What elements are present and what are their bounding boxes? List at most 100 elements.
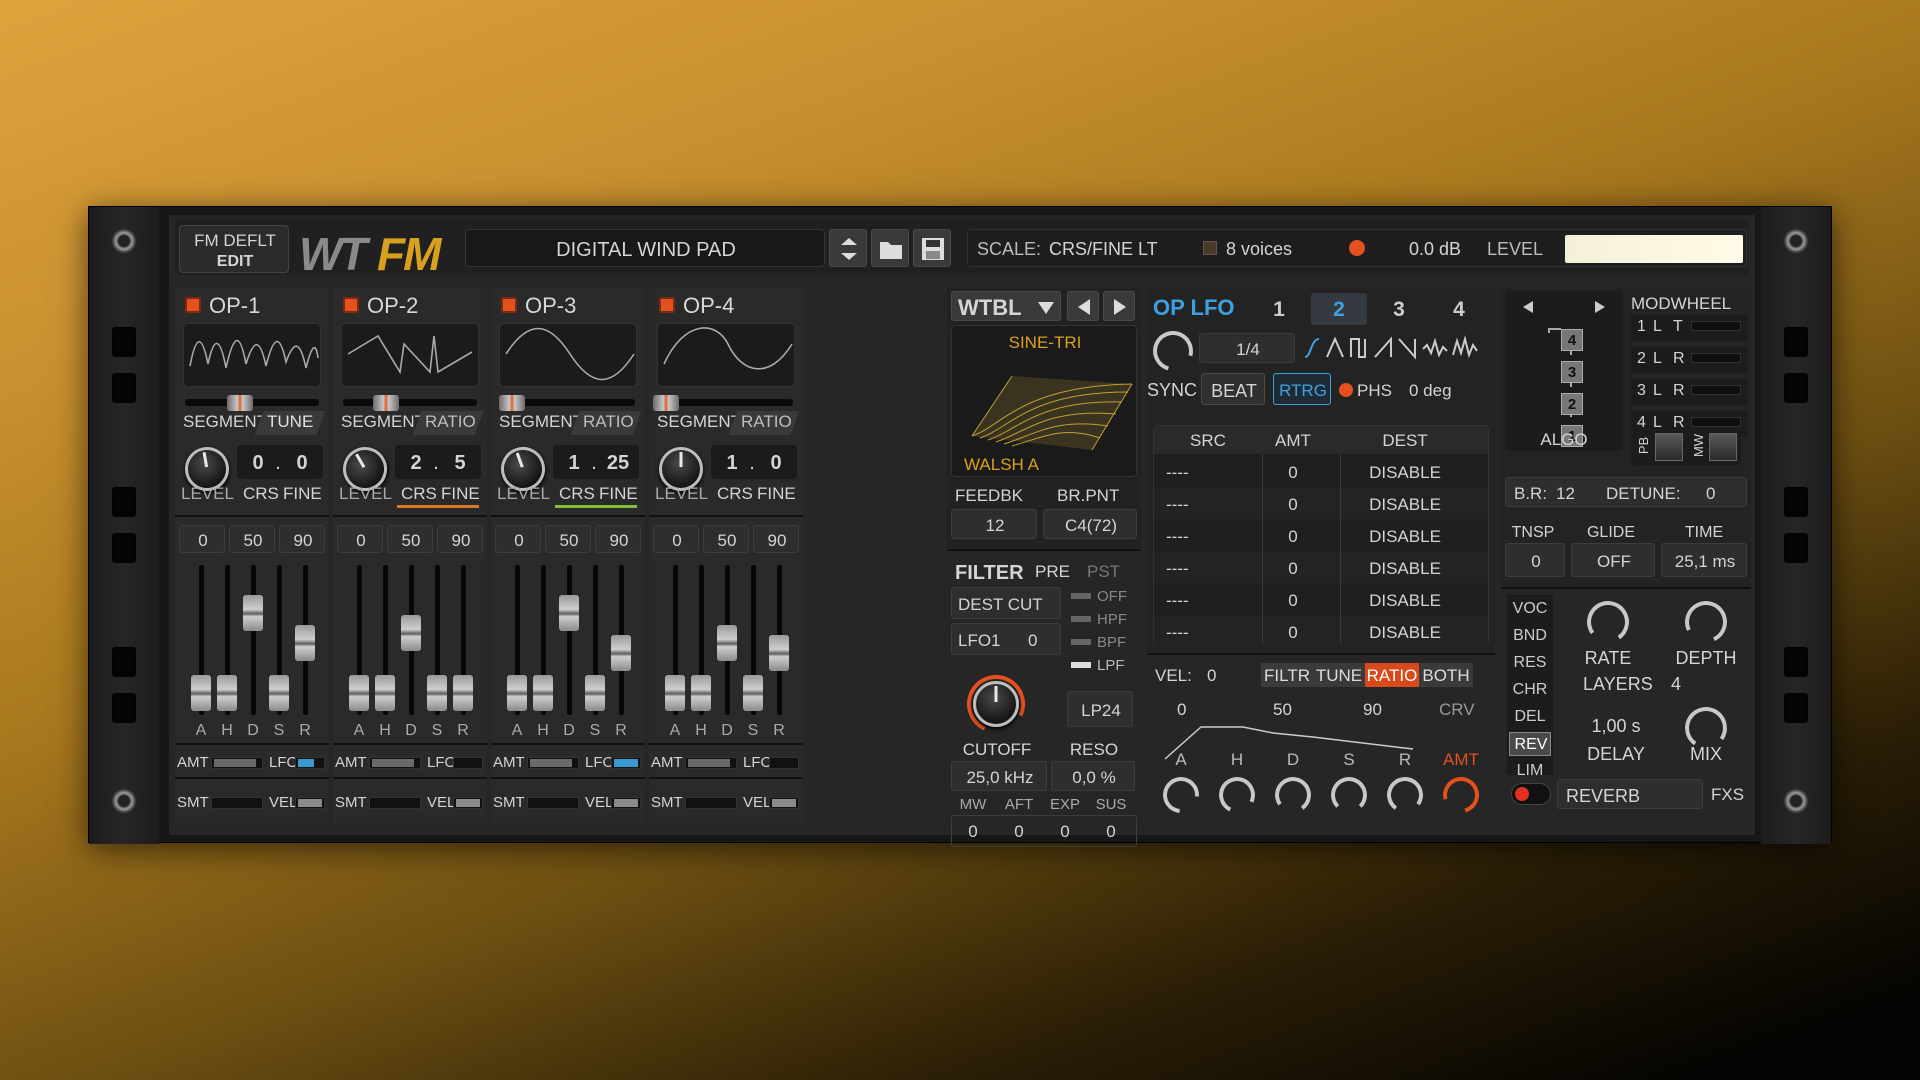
smt-bar[interactable] [369, 797, 421, 809]
matrix-amt-cell[interactable]: 0 [1266, 464, 1320, 481]
operator-enable-led[interactable] [501, 297, 517, 313]
env-time-field[interactable]: 50 [229, 525, 275, 553]
crs-fine-display[interactable]: 1.0 [711, 445, 797, 479]
operator-enable-led[interactable] [343, 297, 359, 313]
fx-item-del[interactable]: DEL [1509, 705, 1551, 729]
fx-item-lim[interactable]: LIM [1509, 759, 1551, 783]
fx-delay-value[interactable]: 1,00 s [1571, 717, 1661, 735]
lfo-deg-value[interactable]: 0 deg [1409, 382, 1452, 399]
crv-label[interactable]: CRV [1439, 701, 1475, 718]
algo-display[interactable]: 4321 ALGO [1505, 291, 1623, 451]
tune-ratio-toggle[interactable]: TUNE [267, 413, 313, 430]
tnsp-field[interactable]: 0 [1505, 543, 1565, 577]
fx-power-toggle[interactable] [1511, 783, 1551, 805]
matrix-src-cell[interactable]: ---- [1166, 464, 1256, 481]
envelope-fader-handle[interactable] [243, 595, 263, 631]
pitchbend-wheel[interactable] [1655, 433, 1683, 461]
filter-type-led[interactable] [1071, 639, 1091, 645]
wavetable-menu-button[interactable]: WTBL [951, 291, 1061, 321]
fx-item-res[interactable]: RES [1509, 651, 1551, 675]
modwheel-amount-bar[interactable] [1691, 321, 1741, 331]
lfo-tab-1[interactable]: 1 [1251, 293, 1307, 325]
envelope-fader-handle[interactable] [611, 635, 631, 671]
fx-depth-knob[interactable] [1679, 595, 1733, 649]
operator-waveform-display[interactable] [657, 323, 795, 387]
lfo-bar[interactable] [769, 757, 799, 769]
tune-ratio-toggle[interactable]: RATIO [425, 413, 476, 430]
lfo-tab-2[interactable]: 2 [1311, 293, 1367, 325]
envelope-fader-handle[interactable] [295, 625, 315, 661]
filter-type-bpf[interactable]: BPF [1097, 635, 1126, 650]
matrix-src-cell[interactable]: ---- [1166, 528, 1256, 545]
operator-enable-led[interactable] [185, 297, 201, 313]
segment-label[interactable]: SEGMENT [657, 413, 741, 430]
env-time-field[interactable]: 0 [495, 525, 541, 553]
vel-env-knob[interactable] [1331, 777, 1367, 813]
filter-type-led[interactable] [1071, 593, 1091, 599]
scale-value[interactable]: CRS/FINE LT [1049, 240, 1158, 258]
vel-mode-tune[interactable]: TUNE [1313, 663, 1365, 687]
smt-bar[interactable] [211, 797, 263, 809]
env-time-field[interactable]: 0 [653, 525, 699, 553]
fx-item-bnd[interactable]: BND [1509, 624, 1551, 648]
matrix-amt-cell[interactable]: 0 [1266, 624, 1320, 641]
amt-bar[interactable] [527, 757, 579, 769]
lfo-waveform-shapes-icon[interactable] [1303, 335, 1493, 365]
segment-label[interactable]: SEGMENT [341, 413, 425, 430]
vel-mode-filtr[interactable]: FILTR [1261, 663, 1313, 687]
vel-mode-ratio[interactable]: RATIO [1365, 663, 1419, 687]
segment-slider-handle[interactable] [653, 395, 679, 411]
env-time-field[interactable]: 0 [337, 525, 383, 553]
fx-item-rev[interactable]: REV [1509, 732, 1551, 756]
lfo-bar[interactable] [453, 757, 483, 769]
tune-ratio-toggle[interactable]: RATIO [583, 413, 634, 430]
vel-mode-both[interactable]: BOTH [1419, 663, 1473, 687]
filter-pre-toggle[interactable]: PRE [1035, 563, 1070, 580]
env-time-field[interactable]: 90 [279, 525, 325, 553]
vel-env-knob[interactable] [1155, 769, 1207, 821]
vel-env-knob[interactable] [1272, 774, 1314, 816]
filter-pst-toggle[interactable]: PST [1087, 563, 1120, 580]
br-detune-field[interactable]: B.R: 12 DETUNE: 0 [1505, 477, 1747, 507]
amt-bar[interactable] [685, 757, 737, 769]
envelope-fader-handle[interactable] [665, 675, 685, 711]
filter-type-off[interactable]: OFF [1097, 589, 1127, 604]
crs-fine-display[interactable]: 1. 25 [553, 445, 639, 479]
envelope-fader-handle[interactable] [585, 675, 605, 711]
breakpoint-field[interactable]: C4(72) [1043, 509, 1137, 539]
envelope-fader-handle[interactable] [769, 635, 789, 671]
filter-lfo1-field[interactable]: LFO1 0 [951, 623, 1061, 655]
preset-name-display[interactable]: DIGITAL WIND PAD [465, 229, 825, 267]
envelope-fader-handle[interactable] [507, 675, 527, 711]
envelope-fader-handle[interactable] [533, 675, 553, 711]
lfo-tab-4[interactable]: 4 [1431, 293, 1487, 325]
reso-field[interactable]: 0,0 % [1051, 761, 1135, 791]
filter-type-led[interactable] [1071, 616, 1091, 622]
preset-up-down-button[interactable] [829, 229, 867, 267]
matrix-dest-cell[interactable]: DISABLE [1330, 592, 1480, 609]
env-time-field[interactable]: 0 [179, 525, 225, 553]
matrix-src-cell[interactable]: ---- [1166, 592, 1256, 609]
save-button[interactable] [913, 229, 951, 267]
matrix-dest-cell[interactable]: DISABLE [1330, 624, 1480, 641]
segment-slider-handle[interactable] [499, 395, 525, 411]
lfo-beat-button[interactable]: BEAT [1201, 373, 1265, 405]
vel-bar[interactable] [295, 797, 325, 809]
vel-bar[interactable] [453, 797, 483, 809]
tune-ratio-toggle[interactable]: RATIO [741, 413, 792, 430]
matrix-amt-cell[interactable]: 0 [1266, 528, 1320, 545]
envelope-fader-handle[interactable] [269, 675, 289, 711]
feedback-field[interactable]: 12 [951, 509, 1037, 539]
fx-rate-knob[interactable] [1583, 597, 1633, 647]
operator-waveform-display[interactable] [183, 323, 321, 387]
env-time-field[interactable]: 50 [387, 525, 433, 553]
lfo-rate-field[interactable]: 1/4 [1199, 333, 1295, 363]
modwheel-amount-bar[interactable] [1691, 385, 1741, 395]
matrix-amt-cell[interactable]: 0 [1266, 592, 1320, 609]
envelope-fader-handle[interactable] [743, 675, 763, 711]
matrix-src-cell[interactable]: ---- [1166, 560, 1256, 577]
voices-value[interactable]: 8 voices [1226, 240, 1292, 258]
smt-bar[interactable] [527, 797, 579, 809]
fx-item-chr[interactable]: CHR [1509, 678, 1551, 702]
preset-bank-button[interactable]: FM DEFLT EDIT [179, 225, 289, 273]
